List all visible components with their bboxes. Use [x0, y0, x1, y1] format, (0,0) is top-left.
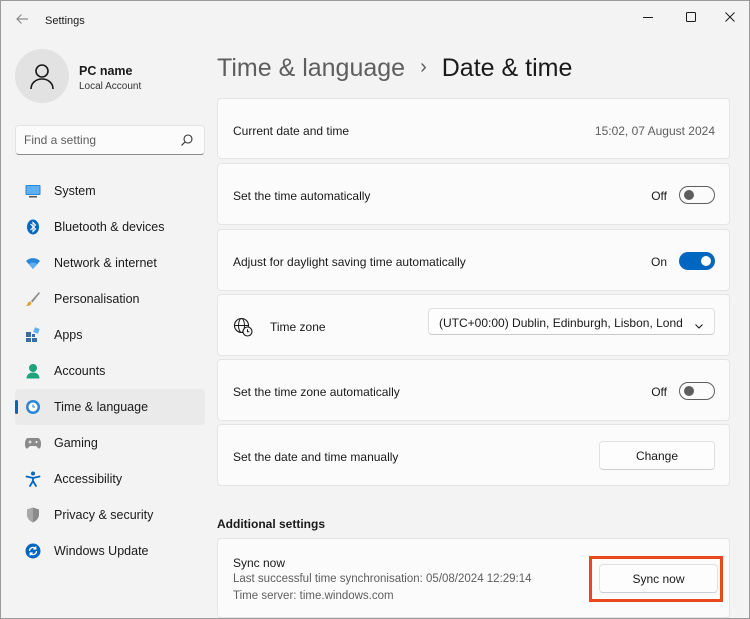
breadcrumb-separator: › — [420, 55, 427, 78]
change-button[interactable]: Change — [599, 441, 715, 470]
sidebar-item-label: Gaming — [54, 436, 98, 450]
sidebar-item-label: Accessibility — [54, 472, 123, 486]
profile-account-type: Local Account — [79, 81, 142, 92]
sidebar-item-network[interactable]: Network & internet — [15, 245, 205, 281]
daylight-saving-state: On — [650, 255, 667, 269]
set-timezone-auto-card: Set the time zone automatically Off — [217, 359, 730, 421]
settings-window: Settings PC name Local Account Find a se… — [0, 0, 750, 619]
sidebar-item-privacy[interactable]: Privacy & security — [15, 497, 205, 533]
set-time-auto-toggle[interactable] — [679, 186, 715, 204]
sidebar-item-system[interactable]: System — [15, 173, 205, 209]
sidebar-item-label: System — [54, 184, 96, 198]
gamepad-icon — [25, 435, 41, 451]
avatar — [15, 49, 69, 103]
bluetooth-icon — [25, 219, 41, 235]
time-zone-label: Time zone — [270, 320, 326, 334]
additional-settings-heading: Additional settings — [217, 517, 325, 531]
user-profile[interactable]: PC name Local Account — [15, 49, 205, 105]
sync-time-server: Time server: time.windows.com — [233, 590, 394, 602]
person-icon — [30, 64, 54, 90]
sidebar-item-apps[interactable]: Apps — [15, 317, 205, 353]
set-time-auto-label: Set the time automatically — [233, 189, 371, 203]
title-bar: Settings — [1, 1, 749, 41]
sidebar-item-time-language[interactable]: Time & language — [15, 389, 205, 425]
daylight-saving-label: Adjust for daylight saving time automati… — [233, 255, 466, 269]
sidebar-item-label: Accounts — [54, 364, 106, 378]
update-icon — [25, 543, 41, 559]
apps-icon — [25, 327, 41, 343]
globe-clock-icon — [25, 399, 41, 415]
current-datetime-label: Current date and time — [233, 124, 350, 138]
accounts-icon — [25, 363, 41, 379]
search-input[interactable] — [24, 131, 174, 149]
sidebar-item-label: Time & language — [54, 400, 149, 414]
current-datetime-card: Current date and time 15:02, 07 August 2… — [217, 98, 730, 159]
current-datetime-value: 15:02, 07 August 2024 — [594, 124, 715, 138]
sidebar-item-accounts[interactable]: Accounts — [15, 353, 205, 389]
app-title: Settings — [45, 15, 85, 27]
globe-clock-icon — [233, 317, 253, 342]
breadcrumb-parent[interactable]: Time & language — [217, 54, 405, 83]
set-timezone-auto-label: Set the time zone automatically — [233, 385, 400, 399]
sidebar-item-label: Apps — [54, 328, 83, 342]
sidebar-item-label: Personalisation — [54, 292, 140, 306]
sidebar-item-windows-update[interactable]: Windows Update — [15, 533, 205, 569]
accessibility-icon — [25, 471, 41, 487]
search-icon[interactable] — [180, 133, 194, 147]
set-manually-label: Set the date and time manually — [233, 450, 399, 464]
chevron-down-icon — [694, 318, 704, 329]
time-zone-dropdown[interactable]: (UTC+00:00) Dublin, Edinburgh, Lisbon, L… — [428, 308, 715, 335]
daylight-saving-card: Adjust for daylight saving time automati… — [217, 229, 730, 291]
page-title: Date & time — [441, 53, 573, 82]
system-icon — [25, 183, 41, 199]
sidebar-item-personalisation[interactable]: Personalisation — [15, 281, 205, 317]
sync-title: Sync now — [233, 556, 286, 570]
close-icon[interactable] — [711, 1, 749, 33]
set-timezone-auto-state: Off — [651, 385, 667, 399]
set-manually-card: Set the date and time manually Change — [217, 424, 730, 486]
brush-icon — [25, 291, 41, 307]
sidebar-item-bluetooth[interactable]: Bluetooth & devices — [15, 209, 205, 245]
sidebar-item-label: Privacy & security — [54, 508, 154, 522]
daylight-saving-toggle[interactable] — [679, 252, 715, 270]
sync-last-time: Last successful time synchronisation: 05… — [233, 573, 532, 585]
wifi-icon — [25, 255, 41, 271]
back-arrow-icon[interactable] — [13, 12, 31, 30]
sidebar-item-label: Network & internet — [54, 256, 157, 270]
sidebar-nav: System Bluetooth & devices Network & int… — [15, 173, 205, 569]
set-timezone-auto-toggle[interactable] — [679, 382, 715, 400]
breadcrumb: Time & language › Date & time — [217, 51, 572, 85]
time-zone-card: Time zone (UTC+00:00) Dublin, Edinburgh,… — [217, 294, 730, 356]
shield-icon — [25, 507, 41, 523]
set-time-auto-state: Off — [651, 189, 667, 203]
sidebar-item-label: Bluetooth & devices — [54, 220, 165, 234]
sidebar-item-label: Windows Update — [54, 544, 149, 558]
sync-button-highlight — [589, 556, 723, 602]
sidebar-item-accessibility[interactable]: Accessibility — [15, 461, 205, 497]
set-time-auto-card: Set the time automatically Off — [217, 163, 730, 225]
minimize-icon[interactable] — [625, 1, 671, 33]
time-zone-selected: (UTC+00:00) Dublin, Edinburgh, Lisbon, L… — [439, 316, 683, 330]
search-box[interactable] — [15, 125, 205, 155]
maximize-icon[interactable] — [668, 1, 714, 33]
profile-name: PC name — [79, 64, 133, 78]
sidebar-item-gaming[interactable]: Gaming — [15, 425, 205, 461]
